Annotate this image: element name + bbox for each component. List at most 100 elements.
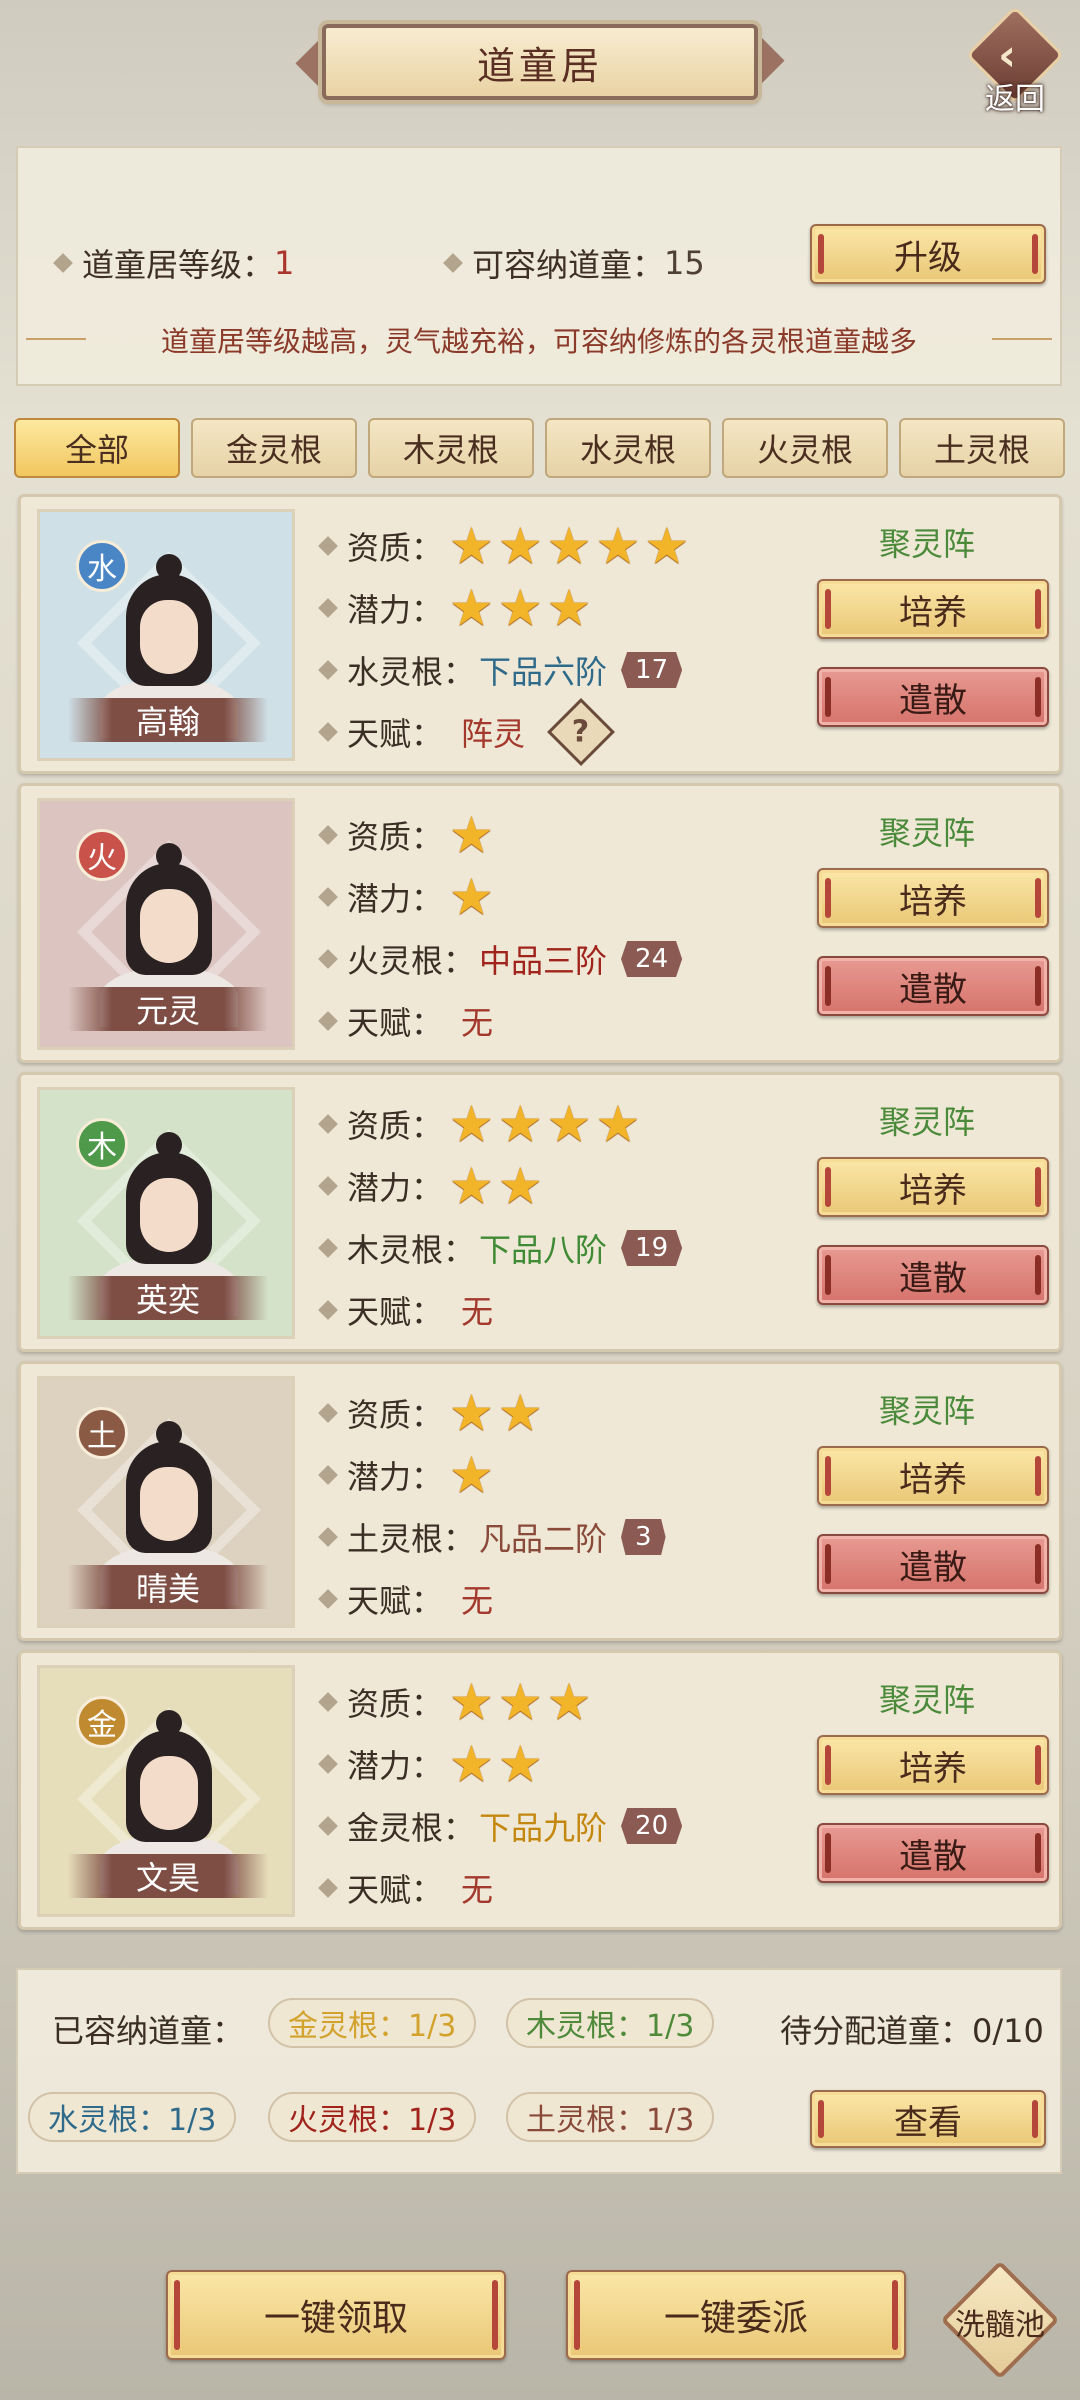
- tab-wood[interactable]: 木灵根: [368, 418, 534, 478]
- tab-water[interactable]: 水灵根: [545, 418, 711, 478]
- back-button[interactable]: ‹ 返回: [960, 5, 1070, 120]
- talent-row: 天赋： 无: [318, 1279, 821, 1341]
- train-button[interactable]: 培养: [817, 579, 1049, 639]
- root-grade: 下品六阶: [479, 653, 608, 691]
- metal-root-count: 金灵根：1/3: [268, 1998, 477, 2048]
- wood-root-count: 木灵根：1/3: [506, 1998, 715, 2048]
- capacity-value: 15: [664, 244, 705, 282]
- element-badge: 火: [76, 829, 128, 881]
- talent-value: 无: [461, 1004, 494, 1042]
- aptitude-stars: ★ ★ ★ ★ ★: [449, 521, 693, 571]
- aptitude-row: 资质： ★ ★ ★ ★ ★: [318, 515, 821, 577]
- element-badge: 金: [76, 1696, 128, 1748]
- talent-row: 天赋： 阵灵 ?: [318, 698, 821, 766]
- potential-stars: ★: [449, 1450, 498, 1500]
- view-button[interactable]: 查看: [810, 2090, 1046, 2148]
- dismiss-button[interactable]: 遣散: [817, 667, 1049, 727]
- talent-row: 天赋： 无: [318, 1568, 821, 1630]
- tab-all[interactable]: 全部: [14, 418, 180, 478]
- disciple-card: 木 英奕 资质： ★ ★ ★ ★ 潜力： ★ ★ 木灵根： 下品八阶 19 天赋： 无 …: [18, 1072, 1062, 1352]
- train-button[interactable]: 培养: [817, 1735, 1049, 1795]
- star-icon: ★: [449, 806, 494, 864]
- disciple-avatar: [126, 843, 212, 975]
- potential-stars: ★ ★ ★: [449, 583, 595, 633]
- upgrade-hint: 道童居等级越高，灵气越充裕，可容纳修炼的各灵根道童越多: [160, 325, 917, 358]
- talent-help-icon[interactable]: ?: [547, 698, 615, 766]
- star-icon: ★: [497, 1095, 543, 1153]
- disciple-name: 文昊: [68, 1854, 268, 1898]
- disciple-name: 高翰: [68, 698, 268, 742]
- disciple-name: 元灵: [68, 987, 268, 1031]
- disciple-portrait[interactable]: 火 元灵: [37, 798, 295, 1050]
- talent-value: 无: [461, 1293, 494, 1331]
- diamond-bullet-icon: [318, 660, 338, 680]
- aptitude-row: 资质： ★: [318, 804, 821, 866]
- diamond-bullet-icon: [318, 1754, 338, 1774]
- root-level-badge: 20: [621, 1808, 683, 1844]
- element-badge: 土: [76, 1407, 128, 1459]
- talent-value: 无: [461, 1871, 494, 1909]
- upgrade-button[interactable]: 升级: [810, 224, 1046, 284]
- talent-row: 天赋： 无: [318, 990, 821, 1052]
- potential-row: 潜力： ★ ★: [318, 1733, 821, 1795]
- pending-disciples: 待分配道童：0/10: [780, 2012, 1044, 2050]
- dismiss-button[interactable]: 遣散: [817, 1823, 1049, 1883]
- dismiss-button[interactable]: 遣散: [817, 1245, 1049, 1305]
- train-button[interactable]: 培养: [817, 1446, 1049, 1506]
- potential-row: 潜力： ★ ★: [318, 1155, 821, 1217]
- train-button[interactable]: 培养: [817, 868, 1049, 928]
- root-level-badge: 24: [621, 941, 683, 977]
- disciple-stats: 资质： ★ 潜力： ★ 火灵根： 中品三阶 24 天赋： 无: [318, 804, 821, 1052]
- info-panel: 道童居等级： 1 可容纳道童： 15 升级 道童居等级越高，灵气越充裕，可容纳修…: [16, 146, 1062, 386]
- disciple-avatar: [126, 1132, 212, 1264]
- root-level-badge: 3: [621, 1519, 666, 1555]
- potential-row: 潜力： ★: [318, 866, 821, 928]
- star-icon: ★: [449, 517, 494, 575]
- diamond-bullet-icon: [318, 825, 338, 845]
- star-icon: ★: [449, 1095, 494, 1153]
- capacity-label: 可容纳道童：: [472, 246, 665, 284]
- disciple-portrait[interactable]: 水 高翰: [37, 509, 295, 761]
- star-icon: ★: [449, 868, 494, 926]
- water-root-count: 水灵根：1/3: [28, 2092, 237, 2142]
- disciple-stats: 资质： ★ ★ ★ 潜力： ★ ★ 金灵根： 下品九阶 20 天赋： 无: [318, 1671, 821, 1919]
- tab-metal[interactable]: 金灵根: [191, 418, 357, 478]
- star-icon: ★: [497, 517, 543, 575]
- disciple-card: 土 晴美 资质： ★★ 潜力： ★ 土灵根： 凡品二阶 3 天赋： 无 聚灵阵: [18, 1361, 1062, 1641]
- aptitude-stars: ★: [449, 810, 498, 860]
- marrow-pool-button[interactable]: 洗髓池: [940, 2260, 1060, 2380]
- claim-all-button[interactable]: 一键领取: [166, 2270, 506, 2360]
- diamond-bullet-icon: [318, 1176, 338, 1196]
- tab-fire[interactable]: 火灵根: [722, 418, 888, 478]
- potential-row: 潜力： ★ ★ ★: [318, 577, 821, 639]
- capacity-info: 可容纳道童： 15: [443, 240, 705, 286]
- summary-label: 已容纳道童：: [52, 2012, 245, 2050]
- tab-earth[interactable]: 土灵根: [899, 418, 1065, 478]
- star-icon: ★: [449, 1157, 494, 1215]
- disciple-stats: 资质： ★ ★ ★ ★ 潜力： ★ ★ 木灵根： 下品八阶 19 天赋： 无: [318, 1093, 821, 1341]
- talent-value: 阵灵: [461, 715, 526, 753]
- formation-label: 聚灵阵: [879, 525, 976, 563]
- star-icon: ★: [449, 1384, 494, 1442]
- level-value: 1: [274, 244, 295, 282]
- train-button[interactable]: 培养: [817, 1157, 1049, 1217]
- potential-stars: ★: [449, 872, 498, 922]
- star-icon: ★: [546, 579, 592, 637]
- root-level-badge: 19: [621, 1230, 683, 1266]
- disciple-portrait[interactable]: 木 英奕: [37, 1087, 295, 1339]
- disciple-card: 水 高翰 资质： ★ ★ ★ ★ ★ 潜力： ★ ★ ★ 水灵根： 下品六阶 17 天赋： …: [18, 494, 1062, 774]
- page-title-plaque: 道童居: [322, 24, 758, 100]
- diamond-bullet-icon: [318, 1878, 338, 1898]
- potential-stars: ★ ★: [449, 1739, 547, 1789]
- disciple-card: 金 文昊 资质： ★ ★ ★ 潜力： ★ ★ 金灵根： 下品九阶 20 天赋： 无 聚…: [18, 1650, 1062, 1930]
- assign-all-button[interactable]: 一键委派: [566, 2270, 906, 2360]
- root-grade: 下品九阶: [479, 1809, 608, 1847]
- diamond-bullet-icon: [53, 253, 73, 273]
- dismiss-button[interactable]: 遣散: [817, 1534, 1049, 1594]
- spirit-root-row: 木灵根： 下品八阶 19: [318, 1217, 821, 1279]
- disciple-portrait[interactable]: 金 文昊: [37, 1665, 295, 1917]
- disciple-portrait[interactable]: 土 晴美: [37, 1376, 295, 1628]
- level-label: 道童居等级：: [82, 246, 275, 284]
- dismiss-button[interactable]: 遣散: [817, 956, 1049, 1016]
- aptitude-row: 资质： ★ ★: [318, 1382, 821, 1444]
